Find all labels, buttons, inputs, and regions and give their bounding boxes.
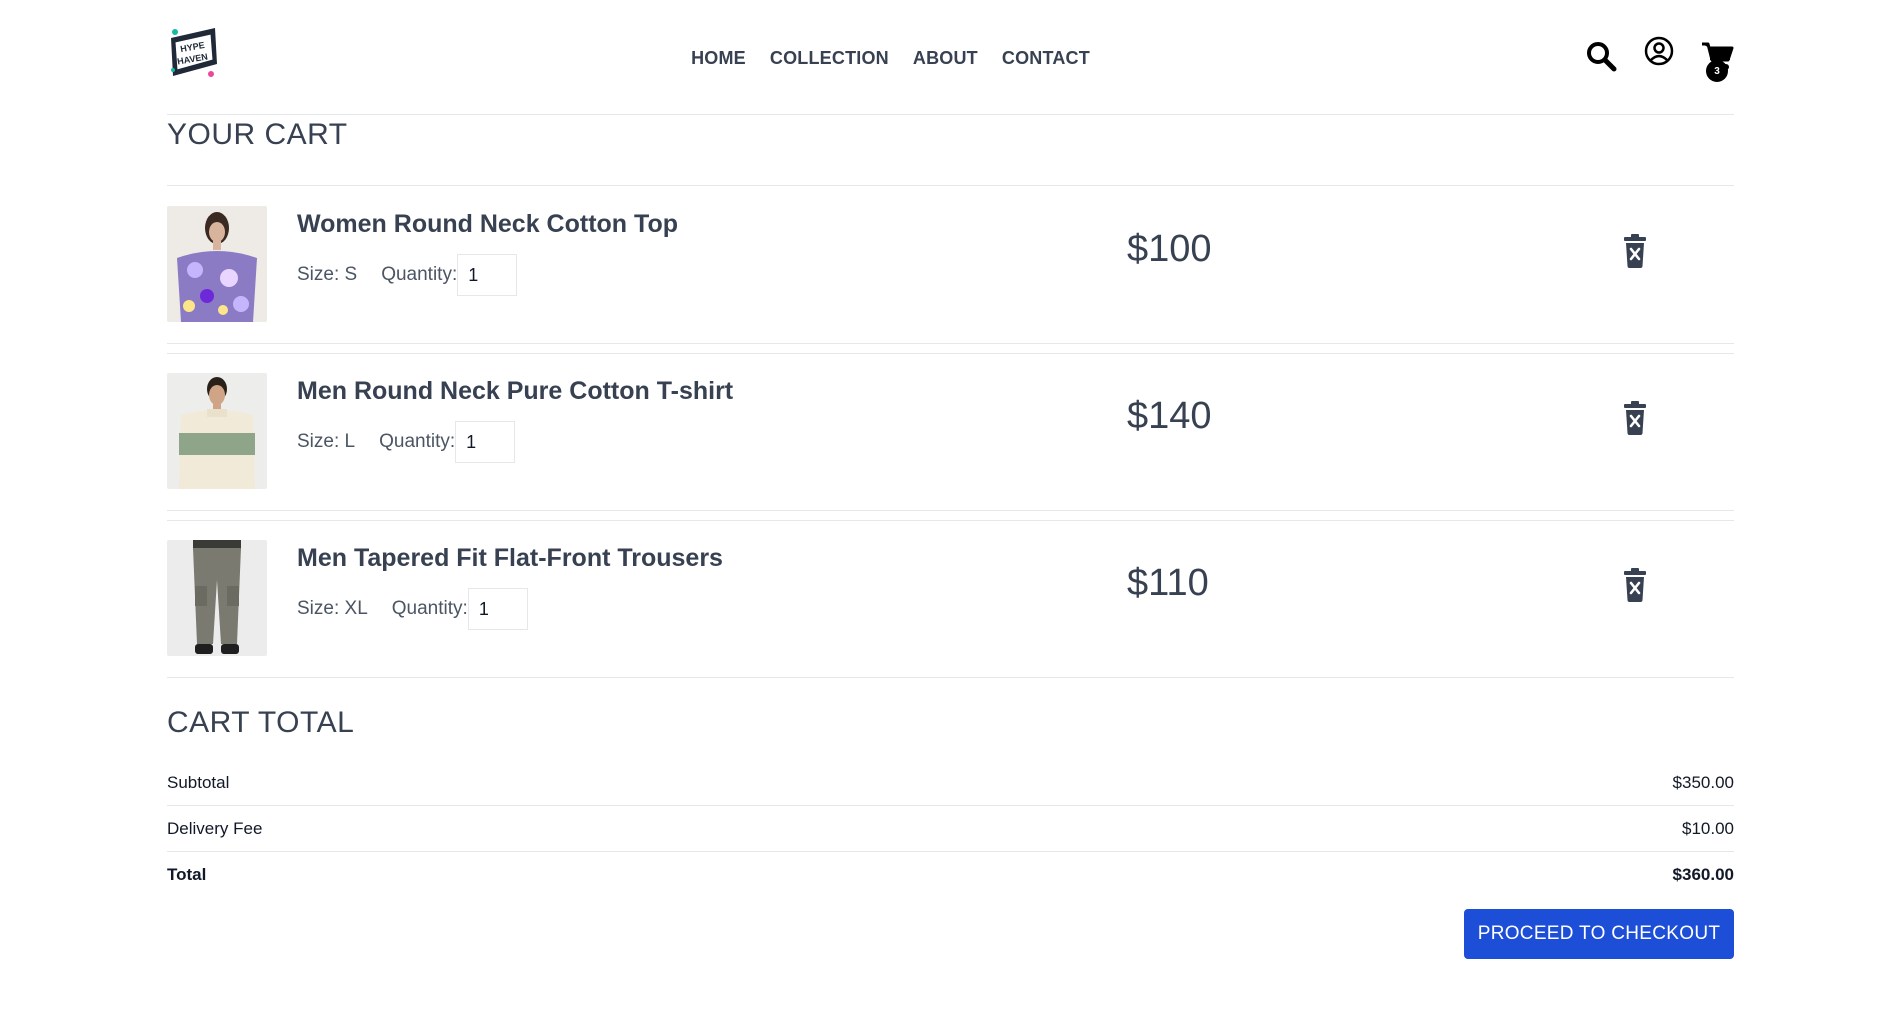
search-icon[interactable] (1584, 38, 1618, 74)
quantity-label: Quantity: (381, 264, 458, 285)
cart-totals: Subtotal $350.00 Delivery Fee $10.00 Tot… (167, 760, 1734, 898)
cart-count-badge: 3 (1706, 60, 1728, 82)
item-price: $110 (1127, 562, 1209, 604)
trash-icon[interactable] (1622, 234, 1648, 268)
delivery-fee-value: $10.00 (1682, 818, 1734, 838)
proceed-to-checkout-button[interactable]: PROCEED TO CHECKOUT (1464, 909, 1734, 959)
cart-total-title: CART TOTAL (167, 706, 355, 739)
quantity-label: Quantity: (391, 598, 468, 619)
item-meta: Size: S Quantity: (297, 254, 518, 296)
item-price: $100 (1127, 228, 1212, 270)
item-meta: Size: XL Quantity: (297, 588, 528, 630)
nav-contact[interactable]: CONTACT (1002, 48, 1090, 69)
site-header: HYPE HAVEN HOME COLLECTION ABOUT CONTACT (167, 0, 1734, 115)
delivery-fee-label: Delivery Fee (167, 818, 263, 838)
quantity-input[interactable] (467, 588, 528, 630)
item-meta: Size: L Quantity: (297, 421, 516, 463)
trash-icon[interactable] (1622, 568, 1648, 602)
quantity-input[interactable] (455, 421, 516, 463)
cart-item: Men Tapered Fit Flat-Front Trousers Size… (167, 520, 1734, 678)
main-nav: HOME COLLECTION ABOUT CONTACT (167, 48, 1734, 69)
subtotal-row: Subtotal $350.00 (167, 760, 1734, 806)
divider (167, 353, 1734, 354)
item-name[interactable]: Men Round Neck Pure Cotton T-shirt (297, 377, 733, 406)
trash-icon[interactable] (1622, 401, 1648, 435)
header-icons: 3 (1584, 36, 1734, 82)
floral-top-image (167, 206, 267, 322)
subtotal-value: $350.00 (1672, 772, 1734, 792)
total-label: Total (167, 865, 207, 884)
quantity-input[interactable] (457, 254, 518, 296)
quantity-label: Quantity: (379, 431, 456, 452)
grey-trousers-image (167, 540, 267, 656)
cart-item: Women Round Neck Cotton Top Size: S Quan… (167, 186, 1734, 344)
item-size: Size: XL (297, 598, 368, 619)
user-circle-icon[interactable] (1642, 33, 1676, 69)
shopping-cart-icon[interactable]: 3 (1700, 38, 1734, 82)
subtotal-label: Subtotal (167, 772, 230, 792)
nav-about[interactable]: ABOUT (913, 48, 978, 69)
item-price: $140 (1127, 395, 1212, 437)
divider (167, 520, 1734, 521)
page: HYPE HAVEN HOME COLLECTION ABOUT CONTACT (167, 0, 1734, 959)
total-row: Total $360.00 (167, 852, 1734, 898)
item-size: Size: L (297, 431, 356, 452)
page-title: YOUR CART (167, 118, 348, 151)
nav-home[interactable]: HOME (691, 48, 746, 69)
total-value: $360.00 (1672, 865, 1734, 884)
nav-collection[interactable]: COLLECTION (770, 48, 889, 69)
striped-sweatshirt-image (167, 373, 267, 489)
cart-item: Men Round Neck Pure Cotton T-shirt Size:… (167, 353, 1734, 511)
delivery-fee-row: Delivery Fee $10.00 (167, 806, 1734, 852)
item-name[interactable]: Women Round Neck Cotton Top (297, 210, 678, 239)
item-size: Size: S (297, 264, 358, 285)
item-name[interactable]: Men Tapered Fit Flat-Front Trousers (297, 544, 723, 573)
